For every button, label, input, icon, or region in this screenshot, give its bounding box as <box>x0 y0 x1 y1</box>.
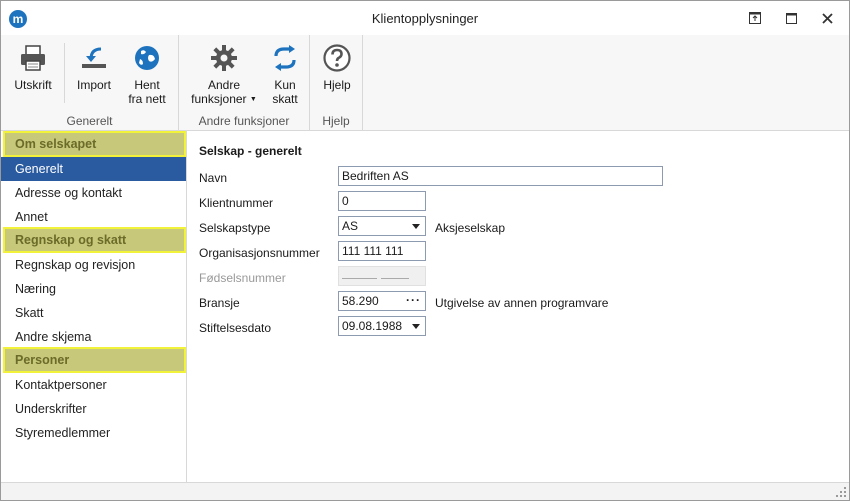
close-icon <box>821 12 833 24</box>
sidebar-item-styremedlemmer[interactable]: Styremedlemmer <box>1 421 186 445</box>
sidebar-section-personer[interactable]: Personer <box>3 347 186 373</box>
sync-icon <box>270 43 300 73</box>
selskapstype-value: AS <box>342 219 359 233</box>
sidebar-section-regnskap-og-skatt[interactable]: Regnskap og skatt <box>3 227 186 253</box>
fodselsnr-mask <box>381 278 409 279</box>
print-button[interactable]: Utskrift <box>10 43 56 92</box>
sidebar-item-skatt[interactable]: Skatt <box>1 301 186 325</box>
sidebar: Om selskapet Generelt Adresse og kontakt… <box>1 131 187 482</box>
bransje-label: Bransje <box>199 296 240 310</box>
orgnr-label: Organisasjonsnummer <box>199 246 320 260</box>
restore-window-button[interactable] <box>738 7 772 29</box>
close-button[interactable] <box>810 7 844 29</box>
sidebar-item-generelt[interactable]: Generelt <box>1 157 186 181</box>
ribbon-group-label: Hjelp <box>322 114 350 128</box>
selskapstype-description: Aksjeselskap <box>435 221 506 235</box>
ribbon-separator <box>64 43 65 103</box>
bransje-value: 58.290 <box>342 294 379 308</box>
orgnr-field[interactable]: 111 111 111 <box>338 241 426 261</box>
bransje-field[interactable]: 58.290 ··· <box>338 291 426 311</box>
import-label: Import <box>76 78 111 92</box>
tax-only-button[interactable]: Kun skatt <box>263 43 307 106</box>
stiftelsesdato-label: Stiftelsesdato <box>199 321 272 335</box>
ribbon-group-hjelp: Hjelp Hjelp <box>310 35 363 131</box>
maximize-icon <box>785 12 797 24</box>
restore-icon <box>749 12 761 24</box>
main-panel: Selskap - generelt Navn Bedriften AS Kli… <box>188 131 849 482</box>
selskapstype-label: Selskapstype <box>199 221 271 235</box>
bransje-description: Utgivelse av annen programvare <box>435 296 609 310</box>
stiftelsesdato-dropdown[interactable]: 09.08.1988 <box>338 316 426 336</box>
help-button[interactable]: Hjelp <box>315 43 359 92</box>
fetch-online-label-2: fra nett <box>128 92 166 106</box>
fetch-online-label-1: Hent <box>134 78 160 92</box>
dropdown-caret-icon: ▼ <box>249 96 257 103</box>
resize-grip-icon[interactable] <box>836 487 846 497</box>
import-button[interactable]: Import <box>71 43 117 92</box>
klientnummer-value: 0 <box>342 194 349 208</box>
navn-label: Navn <box>199 171 228 185</box>
window-title: Klientopplysninger <box>371 11 479 26</box>
section-heading: Selskap - generelt <box>199 144 302 158</box>
tax-only-label-1: Kun <box>274 78 296 92</box>
help-label: Hjelp <box>323 78 351 92</box>
klientnummer-field[interactable]: 0 <box>338 191 426 211</box>
stiftelsesdato-value: 09.08.1988 <box>342 319 403 333</box>
sidebar-item-kontaktpersoner[interactable]: Kontaktpersoner <box>1 373 186 397</box>
sidebar-item-adresse-og-kontakt[interactable]: Adresse og kontakt <box>1 181 186 205</box>
tax-only-label-2: skatt <box>272 92 298 106</box>
ribbon-group-label: Andre funksjoner <box>198 114 290 128</box>
chevron-down-icon <box>411 317 421 335</box>
other-functions-label-1: Andre <box>207 78 241 92</box>
other-functions-button[interactable]: Andre funksjoner ▼ <box>189 43 259 107</box>
fodselsnr-mask <box>342 278 377 279</box>
ribbon: Utskrift Import Hent fra nett Generelt A… <box>1 35 849 131</box>
gear-icon <box>209 43 239 73</box>
ribbon-group-generelt: Utskrift Import Hent fra nett Generelt <box>1 35 179 131</box>
sidebar-item-regnskap-og-revisjon[interactable]: Regnskap og revisjon <box>1 253 186 277</box>
sidebar-section-om-selskapet[interactable]: Om selskapet <box>3 131 186 157</box>
chevron-down-icon <box>411 217 421 235</box>
fodselsnr-field <box>338 266 426 286</box>
printer-icon <box>18 43 48 73</box>
import-icon <box>79 43 109 73</box>
help-icon <box>322 43 352 73</box>
klientnummer-label: Klientnummer <box>199 196 274 210</box>
navn-field[interactable]: Bedriften AS <box>338 166 663 186</box>
status-bar <box>1 482 849 500</box>
ribbon-group-label: Generelt <box>66 114 113 128</box>
fodselsnr-label: Fødselsnummer <box>199 271 286 285</box>
ellipsis-icon[interactable]: ··· <box>406 292 421 308</box>
sidebar-item-naering[interactable]: Næring <box>1 277 186 301</box>
title-bar: m Klientopplysninger <box>1 1 849 35</box>
maximize-button[interactable] <box>774 7 808 29</box>
other-functions-label-2: funksjoner <box>191 92 247 106</box>
print-label: Utskrift <box>14 78 52 92</box>
sidebar-item-andre-skjema[interactable]: Andre skjema <box>1 325 186 349</box>
orgnr-value: 111 111 111 <box>342 244 404 258</box>
sidebar-item-annet[interactable]: Annet <box>1 205 186 229</box>
app-window: m Klientopplysninger Utskrift Import Hen… <box>0 0 850 501</box>
globe-icon <box>132 43 162 73</box>
ribbon-group-andre-funksjoner: Andre funksjoner ▼ Kun skatt Andre funks… <box>179 35 310 131</box>
navn-value: Bedriften AS <box>342 169 409 183</box>
selskapstype-dropdown[interactable]: AS <box>338 216 426 236</box>
fetch-online-button[interactable]: Hent fra nett <box>123 43 171 106</box>
sidebar-item-underskrifter[interactable]: Underskrifter <box>1 397 186 421</box>
